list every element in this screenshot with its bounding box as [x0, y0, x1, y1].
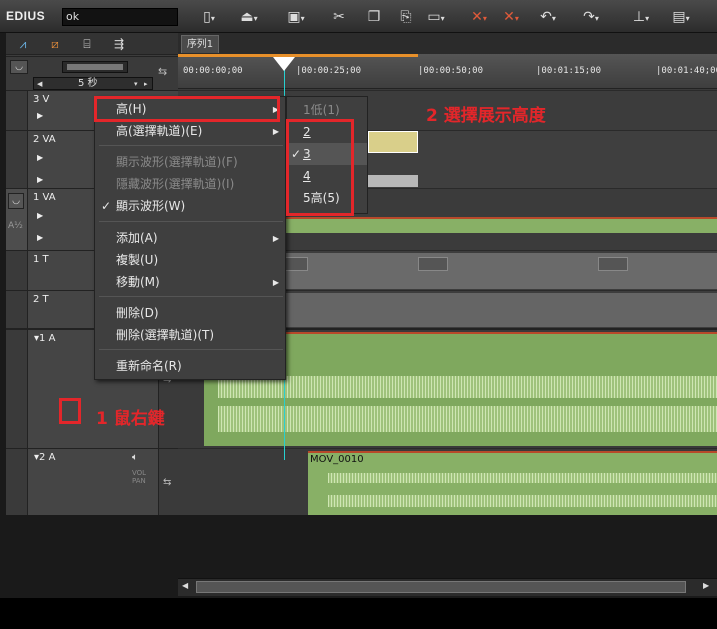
zoom-value: 5 秒 [78, 78, 98, 89]
export-icon[interactable]: ⏏▾ [238, 8, 260, 26]
overlay-icon[interactable]: ⌸ [74, 35, 100, 53]
zoom-slider[interactable] [62, 61, 128, 73]
menu-item-delete-selected[interactable]: 刪除(選擇軌道)(T) [95, 325, 287, 346]
project-name-field[interactable]: ok [62, 8, 178, 26]
speaker-icon[interactable]: 🔈︎ [132, 452, 138, 463]
render-icon[interactable]: ▤▾ [670, 8, 692, 26]
lock-toggle[interactable]: ◡ [10, 60, 28, 74]
menu-item-height-selected[interactable]: 高(選擇軌道)(E) ▶ [95, 121, 287, 142]
tool-icon[interactable]: ⧄ [42, 35, 68, 53]
highlight-right-click [59, 398, 81, 424]
video-clip[interactable] [368, 131, 418, 153]
copy-icon[interactable]: ❐ [363, 8, 385, 26]
sequence-tab-bar [178, 33, 717, 54]
main-toolbar: EDIUS ok ▯▾ ⏏▾ ▣▾ ✂ ❐ ⎘ ▭▾ ✕▾ ✕▾ ↶▾ ↷▾ ⊥… [0, 0, 717, 33]
mixer-icon[interactable]: ⊥▾ [630, 8, 652, 26]
tab-sequence1[interactable]: 序列1 [181, 35, 219, 53]
status-bar [0, 598, 717, 629]
cut-icon[interactable]: ✂ [328, 8, 350, 26]
clip-icon[interactable]: ▭▾ [425, 8, 447, 26]
highlight-height-options [286, 119, 354, 216]
app-logo: EDIUS [6, 9, 46, 23]
mix-icon[interactable]: ⩘ [10, 35, 36, 53]
menu-item-rename[interactable]: 重新命名(R) [95, 356, 287, 377]
paste-icon[interactable]: ⎘ [395, 8, 417, 26]
vol-pan-label[interactable]: VOL PAN [132, 469, 146, 485]
menu-item-hide-waveform-selected[interactable]: 隱藏波形(選擇軌道)(I) [95, 174, 287, 195]
swap-icon[interactable]: ⇆ [158, 65, 167, 78]
track-context-menu: 高(H) ▶ 高(選擇軌道)(E) ▶ 顯示波形(選擇軌道)(F) 隱藏波形(選擇軌… [94, 96, 286, 380]
ripple-delete-icon[interactable]: ✕▾ [500, 8, 522, 26]
time-ruler[interactable]: 00:00:00;00 |00:00:25;00 |00:00:50;00 |0… [178, 54, 717, 89]
delete-icon[interactable]: ✕▾ [468, 8, 490, 26]
undo-icon[interactable]: ↶▾ [537, 8, 559, 26]
zoom-select[interactable]: ◀ 5 秒 ▾ ▸ [33, 77, 153, 90]
track-2a[interactable]: MOV_0010 [178, 448, 717, 515]
save-icon[interactable]: ▣▾ [285, 8, 307, 26]
horizontal-scrollbar[interactable]: ◀ ▶ [178, 578, 717, 596]
height-option-1[interactable]: 1低(1) [287, 99, 367, 121]
track-header-2a[interactable]: ▾2 A 🔈︎ VOL PAN ⇆ [6, 448, 178, 515]
playhead-handle[interactable] [273, 57, 295, 71]
menu-item-show-waveform-selected[interactable]: 顯示波形(選擇軌道)(F) [95, 152, 287, 173]
menu-item-show-waveform[interactable]: ✓ 顯示波形(W) [95, 196, 287, 217]
highlight-height-item [94, 96, 280, 122]
menu-item-delete[interactable]: 刪除(D) [95, 303, 287, 324]
sync-mode-icon[interactable]: ⇶ [106, 35, 132, 53]
menu-item-move[interactable]: 移動(M) ▶ [95, 272, 287, 293]
redo-icon[interactable]: ↷▾ [580, 8, 602, 26]
annotation-step1: 1 鼠右鍵 [96, 409, 165, 429]
new-icon[interactable]: ▯▾ [198, 8, 220, 26]
annotation-step2: 2 選擇展示高度 [426, 106, 546, 126]
track-tools: ⩘ ⧄ ⌸ ⇶ [6, 33, 178, 55]
menu-item-duplicate[interactable]: 複製(U) [95, 250, 287, 271]
check-icon: ✓ [101, 199, 112, 213]
zoom-controls: ◡ ◀ 5 秒 ▾ ▸ ⇆ [6, 56, 178, 90]
menu-item-add[interactable]: 添加(A) ▶ [95, 228, 287, 249]
